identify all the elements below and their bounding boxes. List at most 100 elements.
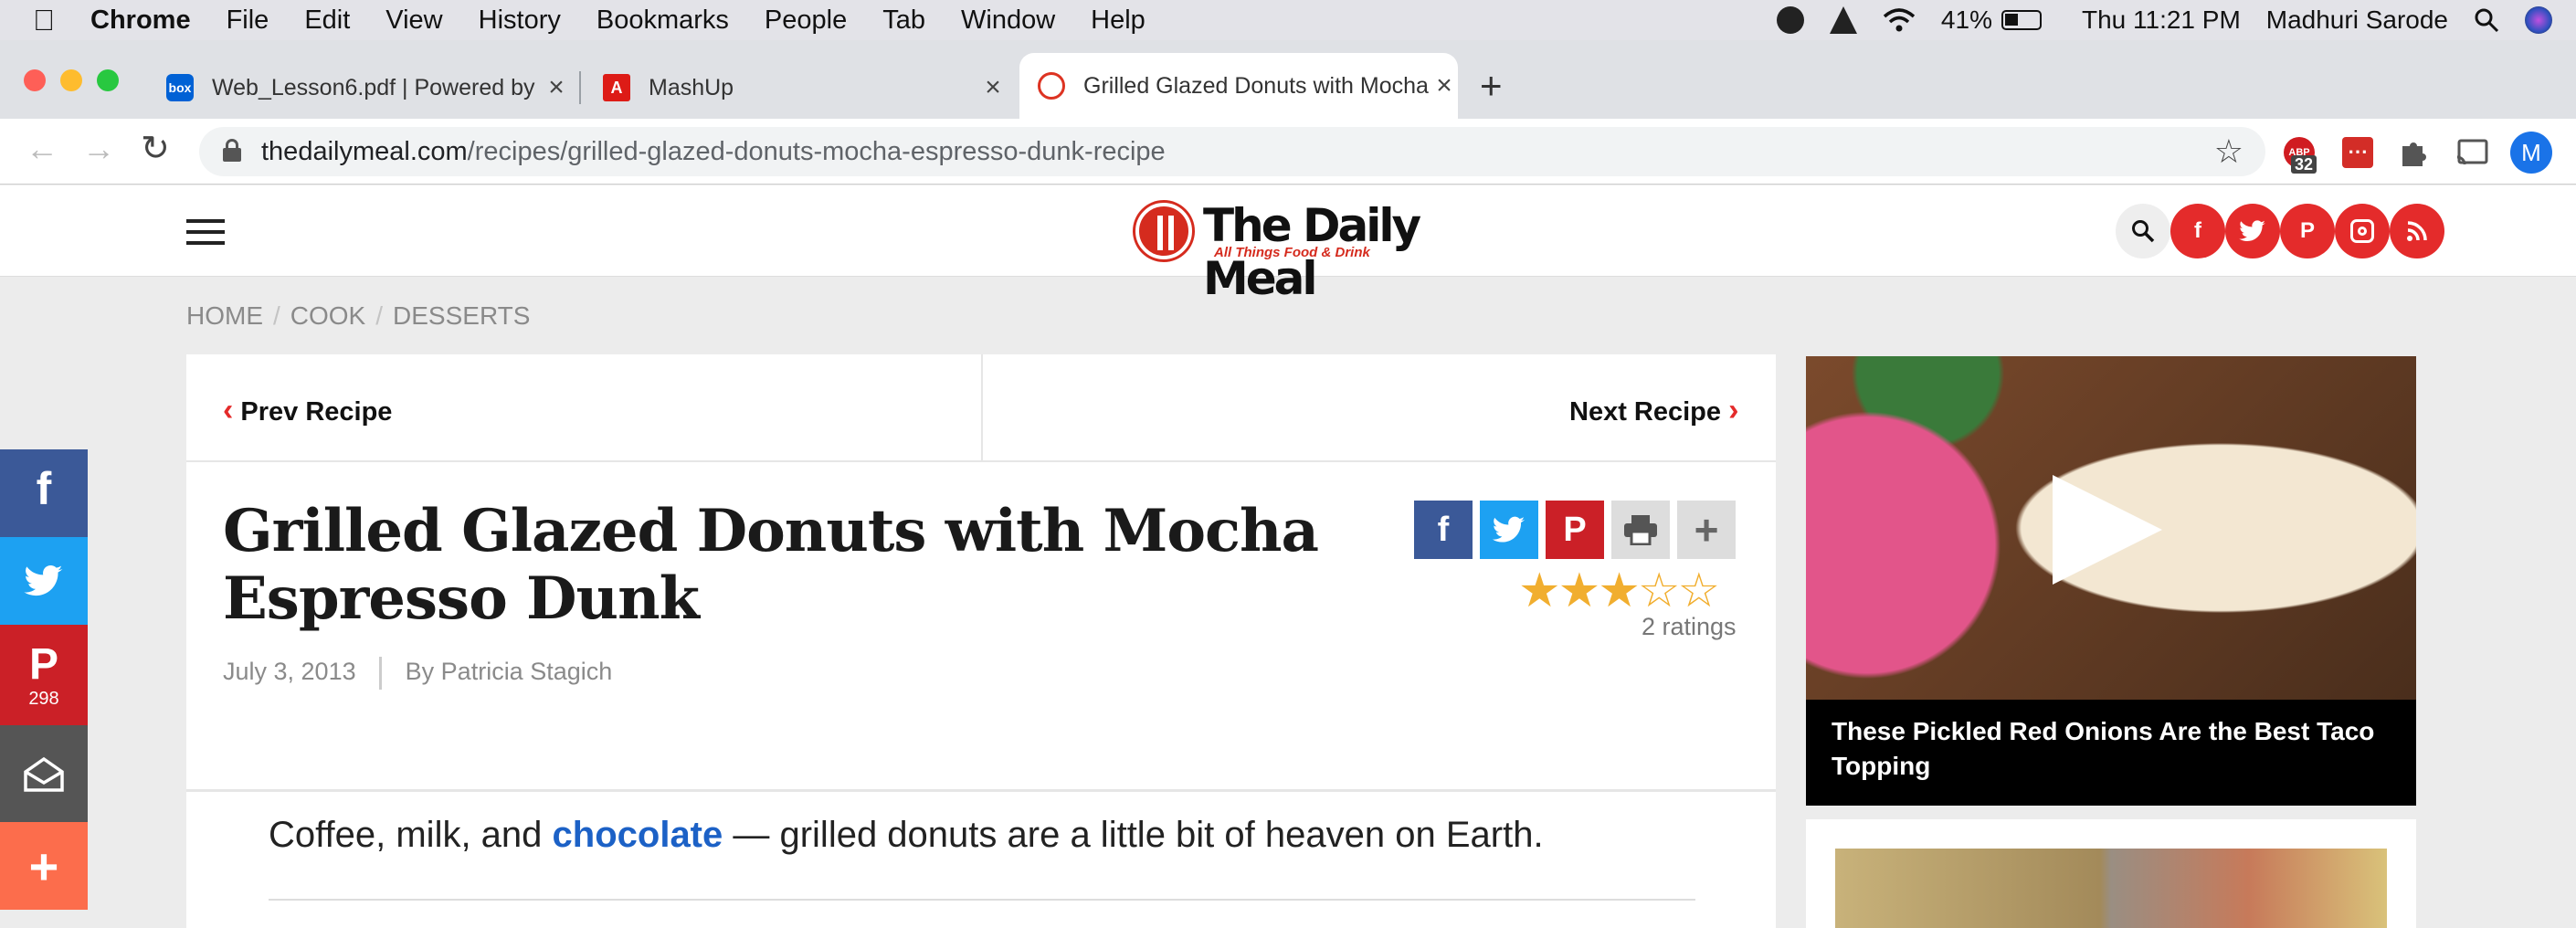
star-empty-icon[interactable]: ☆	[1638, 564, 1681, 617]
siri-icon[interactable]	[2525, 6, 2552, 34]
rating-stars[interactable]: ★★★☆☆	[1518, 564, 1721, 618]
sidebar-more-button[interactable]: +	[0, 822, 88, 910]
header-rss-icon[interactable]	[2390, 204, 2444, 258]
box-favicon-icon: box	[166, 74, 194, 101]
menu-help[interactable]: Help	[1091, 5, 1145, 36]
new-tab-button[interactable]: +	[1480, 64, 1503, 108]
lock-icon[interactable]	[223, 139, 241, 162]
tab-mashup[interactable]: A MashUp ×	[585, 57, 1007, 119]
site-search-button[interactable]	[2116, 204, 2170, 258]
spotlight-search-icon[interactable]	[2474, 7, 2499, 33]
menu-file[interactable]: File	[227, 5, 269, 36]
menu-window[interactable]: Window	[961, 5, 1055, 36]
extensions-puzzle-icon[interactable]	[2397, 137, 2428, 168]
page-title: Grilled Glazed Donuts with Mocha Espress…	[223, 497, 1319, 633]
star-filled-icon[interactable]: ★	[1558, 564, 1601, 617]
profile-avatar[interactable]: M	[2510, 132, 2552, 174]
share-twitter-button[interactable]	[1480, 501, 1538, 559]
sidebar-twitter-button[interactable]	[0, 537, 88, 625]
menu-bookmarks[interactable]: Bookmarks	[596, 5, 729, 36]
macos-menubar:  Chrome File Edit View History Bookmark…	[0, 0, 2576, 40]
breadcrumb-separator: /	[273, 301, 280, 330]
tab-close-icon[interactable]: ×	[1431, 70, 1458, 101]
lead-paragraph: Coffee, milk, and chocolate — grilled do…	[269, 815, 1544, 856]
wifi-icon[interactable]	[1883, 7, 1916, 33]
pinterest-count: 298	[28, 688, 59, 709]
print-button[interactable]	[1611, 501, 1670, 559]
chevron-right-icon: ›	[1728, 393, 1739, 427]
video-caption[interactable]: These Pickled Red Onions Are the Best Ta…	[1806, 700, 2416, 806]
sidebar-email-button[interactable]	[0, 725, 88, 822]
play-icon[interactable]	[2053, 475, 2162, 585]
video-player[interactable]: These Pickled Red Onions Are the Best Ta…	[1806, 356, 2416, 806]
window-close-button[interactable]	[24, 69, 46, 91]
header-instagram-icon[interactable]	[2335, 204, 2390, 258]
site-logo[interactable]: The Daily Meal All Things Food & Drink	[1135, 199, 1501, 305]
bookmark-star-icon[interactable]: ☆	[2214, 132, 2243, 171]
menu-history[interactable]: History	[479, 5, 561, 36]
apple-menu-icon[interactable]: 	[33, 4, 55, 37]
header-pinterest-icon[interactable]: P	[2280, 204, 2335, 258]
extension-badge-count: 32	[2291, 155, 2317, 174]
breadcrumb-desserts[interactable]: DESSERTS	[393, 301, 530, 330]
daily-meal-favicon-icon	[1038, 72, 1065, 100]
menu-edit[interactable]: Edit	[304, 5, 350, 36]
prev-recipe-label: Prev Recipe	[240, 397, 393, 427]
battery-icon[interactable]	[2001, 10, 2042, 30]
menubar-clock[interactable]: Thu 11:21 PM	[2082, 5, 2241, 35]
window-zoom-button[interactable]	[97, 69, 119, 91]
menu-view[interactable]: View	[385, 5, 442, 36]
breadcrumb-separator: /	[375, 301, 384, 330]
prev-recipe-link[interactable]: ‹ Prev Recipe	[223, 393, 392, 428]
star-empty-icon[interactable]: ☆	[1678, 564, 1721, 617]
back-arrow-icon[interactable]: ←	[26, 130, 58, 168]
share-facebook-button[interactable]: f	[1414, 501, 1473, 559]
battery-percent: 41%	[1940, 5, 1992, 34]
next-recipe-link[interactable]: Next Recipe ›	[1569, 393, 1738, 428]
menubar-user[interactable]: Madhuri Sarode	[2266, 5, 2448, 35]
vlc-icon[interactable]	[1829, 6, 1857, 34]
sidebar-card[interactable]	[1806, 819, 2416, 928]
author-link[interactable]: Patricia Stagich	[441, 658, 613, 685]
tab-close-icon[interactable]: ×	[979, 72, 1007, 103]
tab-grilled-donuts[interactable]: Grilled Glazed Donuts with Mocha Espress…	[1019, 53, 1458, 119]
meta-divider	[379, 657, 383, 690]
adblock-extension-icon[interactable]: ABP 32	[2284, 137, 2317, 174]
reload-icon[interactable]: ↻	[141, 128, 170, 169]
share-pinterest-button[interactable]: P	[1546, 501, 1604, 559]
recipe-nav-divider	[981, 354, 983, 462]
lastpass-extension-icon[interactable]: ⋯	[2342, 137, 2373, 168]
star-filled-icon[interactable]: ★	[1598, 564, 1641, 617]
cast-icon[interactable]	[2455, 139, 2488, 166]
logo-tagline: All Things Food & Drink	[1214, 245, 1370, 260]
chocolate-link[interactable]: chocolate	[553, 815, 723, 855]
more-share-button[interactable]: +	[1677, 501, 1736, 559]
menu-people[interactable]: People	[765, 5, 847, 36]
publish-date: July 3, 2013	[223, 658, 356, 686]
menu-tab[interactable]: Tab	[882, 5, 925, 36]
star-filled-icon[interactable]: ★	[1518, 564, 1561, 617]
window-minimize-button[interactable]	[60, 69, 82, 91]
header-twitter-icon[interactable]	[2225, 204, 2280, 258]
article-meta: July 3, 2013 By Patricia Stagich	[223, 657, 612, 690]
printer-icon	[1624, 515, 1657, 545]
breadcrumb-home[interactable]: HOME	[186, 301, 263, 330]
card-thumbnail	[1835, 849, 2387, 928]
header-facebook-icon[interactable]: f	[2170, 204, 2225, 258]
email-icon	[24, 756, 64, 792]
angular-favicon-icon: A	[603, 74, 630, 101]
tab-web-lesson6[interactable]: box Web_Lesson6.pdf | Powered by Box ×	[148, 57, 570, 119]
breadcrumb-cook[interactable]: COOK	[290, 301, 365, 330]
address-bar[interactable]: thedailymeal.com/recipes/grilled-glazed-…	[199, 127, 2265, 176]
hamburger-menu-icon[interactable]	[186, 217, 225, 247]
url-path: /recipes/grilled-glazed-donuts-mocha-esp…	[467, 136, 1166, 166]
tab-title: MashUp	[649, 74, 734, 100]
tab-close-icon[interactable]: ×	[543, 72, 570, 103]
viber-icon[interactable]	[1776, 6, 1804, 34]
menu-app-chrome[interactable]: Chrome	[90, 5, 191, 36]
forward-arrow-icon[interactable]: →	[82, 130, 115, 168]
lead-text-end: — grilled donuts are a little bit of hea…	[723, 815, 1544, 855]
chevron-left-icon: ‹	[223, 393, 234, 427]
sidebar-pinterest-button[interactable]: P 298	[0, 625, 88, 725]
ratings-count: 2 ratings	[1642, 613, 1737, 640]
